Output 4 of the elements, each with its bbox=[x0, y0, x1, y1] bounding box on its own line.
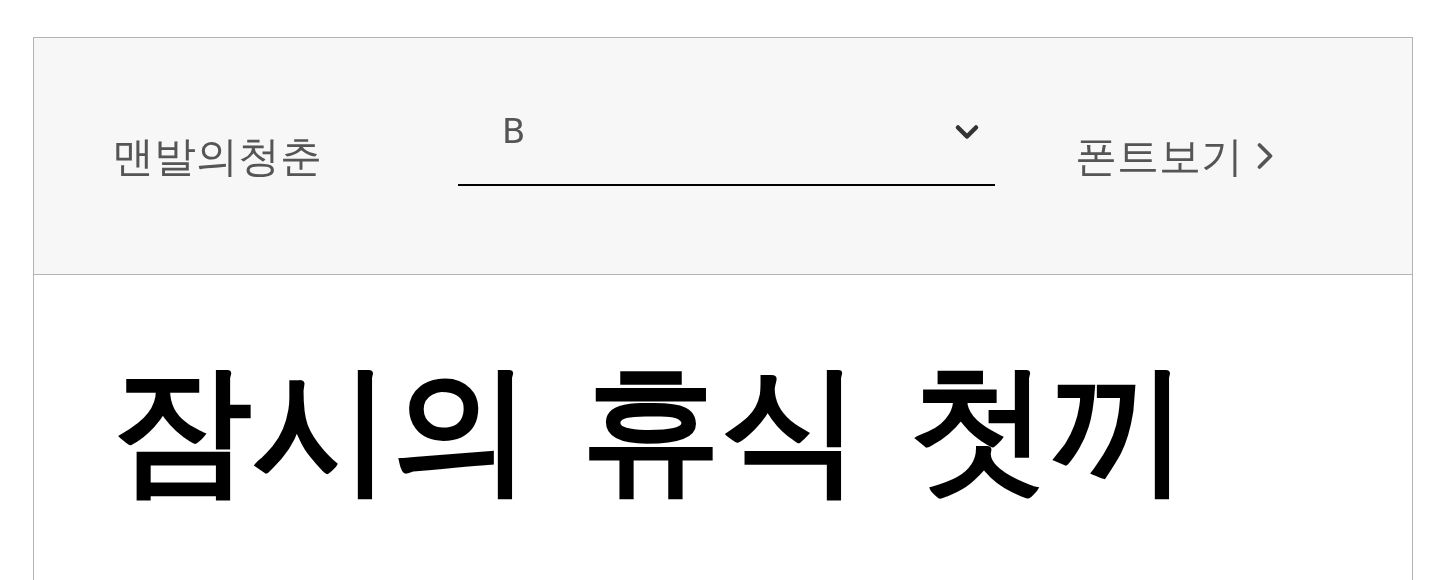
weight-select[interactable]: B bbox=[458, 114, 995, 186]
preview-text: 잠시의 휴식 첫끼 bbox=[112, 347, 1190, 510]
view-font-link[interactable]: 폰트보기 bbox=[1075, 124, 1287, 188]
font-name: 맨발의청춘 bbox=[112, 130, 323, 183]
